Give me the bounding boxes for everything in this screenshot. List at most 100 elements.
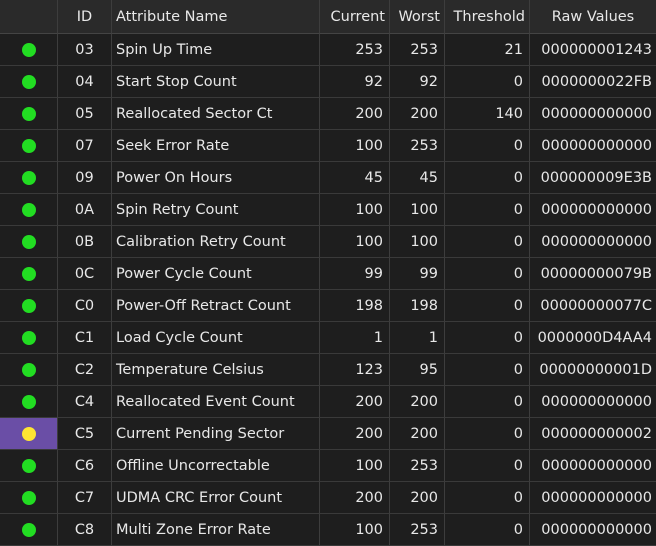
attribute-name[interactable]: Power On Hours	[112, 162, 320, 194]
current-value[interactable]: 200	[320, 98, 390, 130]
attribute-id[interactable]: C0	[58, 290, 112, 322]
attribute-name[interactable]: Offline Uncorrectable	[112, 450, 320, 482]
worst-value[interactable]: 253	[390, 34, 445, 66]
status-cell[interactable]	[0, 34, 58, 66]
worst-value[interactable]: 100	[390, 194, 445, 226]
attribute-id[interactable]: C8	[58, 514, 112, 546]
status-cell[interactable]	[0, 354, 58, 386]
raw-value[interactable]: 00000000001D	[530, 354, 656, 386]
attribute-name[interactable]: Current Pending Sector	[112, 418, 320, 450]
attribute-name[interactable]: Reallocated Event Count	[112, 386, 320, 418]
worst-value[interactable]: 200	[390, 418, 445, 450]
current-value[interactable]: 100	[320, 194, 390, 226]
threshold-value[interactable]: 0	[445, 322, 530, 354]
worst-value[interactable]: 198	[390, 290, 445, 322]
raw-value[interactable]: 000000000000	[530, 450, 656, 482]
attribute-name[interactable]: Load Cycle Count	[112, 322, 320, 354]
threshold-value[interactable]: 0	[445, 226, 530, 258]
attribute-id[interactable]: 09	[58, 162, 112, 194]
attribute-id[interactable]: 04	[58, 66, 112, 98]
attribute-id[interactable]: C4	[58, 386, 112, 418]
column-header-raw-values[interactable]: Raw Values	[530, 0, 656, 34]
status-cell[interactable]	[0, 66, 58, 98]
status-cell[interactable]	[0, 258, 58, 290]
status-cell[interactable]	[0, 514, 58, 546]
threshold-value[interactable]: 0	[445, 514, 530, 546]
threshold-value[interactable]: 140	[445, 98, 530, 130]
attribute-name[interactable]: Seek Error Rate	[112, 130, 320, 162]
raw-value[interactable]: 00000000077C	[530, 290, 656, 322]
raw-value[interactable]: 00000000079B	[530, 258, 656, 290]
status-cell[interactable]	[0, 162, 58, 194]
raw-value[interactable]: 000000000000	[530, 386, 656, 418]
attribute-id[interactable]: C5	[58, 418, 112, 450]
raw-value[interactable]: 000000000002	[530, 418, 656, 450]
threshold-value[interactable]: 0	[445, 354, 530, 386]
threshold-value[interactable]: 0	[445, 386, 530, 418]
attribute-name[interactable]: Multi Zone Error Rate	[112, 514, 320, 546]
raw-value[interactable]: 000000000000	[530, 482, 656, 514]
column-header-current[interactable]: Current	[320, 0, 390, 34]
current-value[interactable]: 200	[320, 386, 390, 418]
current-value[interactable]: 198	[320, 290, 390, 322]
status-cell[interactable]	[0, 386, 58, 418]
worst-value[interactable]: 100	[390, 226, 445, 258]
threshold-value[interactable]: 0	[445, 162, 530, 194]
current-value[interactable]: 253	[320, 34, 390, 66]
attribute-id[interactable]: 07	[58, 130, 112, 162]
status-cell[interactable]	[0, 322, 58, 354]
raw-value[interactable]: 0000000022FB	[530, 66, 656, 98]
threshold-value[interactable]: 0	[445, 450, 530, 482]
threshold-value[interactable]: 0	[445, 418, 530, 450]
attribute-id[interactable]: 0A	[58, 194, 112, 226]
column-header-attribute-name[interactable]: Attribute Name	[112, 0, 320, 34]
column-header-id[interactable]: ID	[58, 0, 112, 34]
raw-value[interactable]: 000000000000	[530, 514, 656, 546]
worst-value[interactable]: 200	[390, 482, 445, 514]
raw-value[interactable]: 000000000000	[530, 130, 656, 162]
threshold-value[interactable]: 0	[445, 258, 530, 290]
worst-value[interactable]: 92	[390, 66, 445, 98]
current-value[interactable]: 200	[320, 418, 390, 450]
threshold-value[interactable]: 0	[445, 66, 530, 98]
attribute-name[interactable]: Reallocated Sector Ct	[112, 98, 320, 130]
threshold-value[interactable]: 0	[445, 290, 530, 322]
threshold-value[interactable]: 0	[445, 482, 530, 514]
current-value[interactable]: 200	[320, 482, 390, 514]
raw-value[interactable]: 000000000000	[530, 226, 656, 258]
attribute-id[interactable]: 03	[58, 34, 112, 66]
raw-value[interactable]: 000000001243	[530, 34, 656, 66]
threshold-value[interactable]: 0	[445, 130, 530, 162]
attribute-name[interactable]: Spin Up Time	[112, 34, 320, 66]
raw-value[interactable]: 000000000000	[530, 194, 656, 226]
current-value[interactable]: 99	[320, 258, 390, 290]
current-value[interactable]: 45	[320, 162, 390, 194]
current-value[interactable]: 100	[320, 450, 390, 482]
worst-value[interactable]: 45	[390, 162, 445, 194]
current-value[interactable]: 92	[320, 66, 390, 98]
attribute-name[interactable]: Calibration Retry Count	[112, 226, 320, 258]
attribute-id[interactable]: C6	[58, 450, 112, 482]
threshold-value[interactable]: 0	[445, 194, 530, 226]
attribute-id[interactable]: C7	[58, 482, 112, 514]
attribute-id[interactable]: 0B	[58, 226, 112, 258]
worst-value[interactable]: 99	[390, 258, 445, 290]
attribute-id[interactable]: C1	[58, 322, 112, 354]
status-cell[interactable]	[0, 290, 58, 322]
status-cell[interactable]	[0, 482, 58, 514]
status-cell[interactable]	[0, 130, 58, 162]
attribute-name[interactable]: Temperature Celsius	[112, 354, 320, 386]
attribute-name[interactable]: Power-Off Retract Count	[112, 290, 320, 322]
raw-value[interactable]: 0000000D4AA4	[530, 322, 656, 354]
column-header-threshold[interactable]: Threshold	[445, 0, 530, 34]
raw-value[interactable]: 000000009E3B	[530, 162, 656, 194]
threshold-value[interactable]: 21	[445, 34, 530, 66]
attribute-name[interactable]: Power Cycle Count	[112, 258, 320, 290]
raw-value[interactable]: 000000000000	[530, 98, 656, 130]
status-cell[interactable]	[0, 194, 58, 226]
current-value[interactable]: 100	[320, 514, 390, 546]
worst-value[interactable]: 1	[390, 322, 445, 354]
current-value[interactable]: 100	[320, 130, 390, 162]
status-cell[interactable]	[0, 226, 58, 258]
worst-value[interactable]: 200	[390, 98, 445, 130]
